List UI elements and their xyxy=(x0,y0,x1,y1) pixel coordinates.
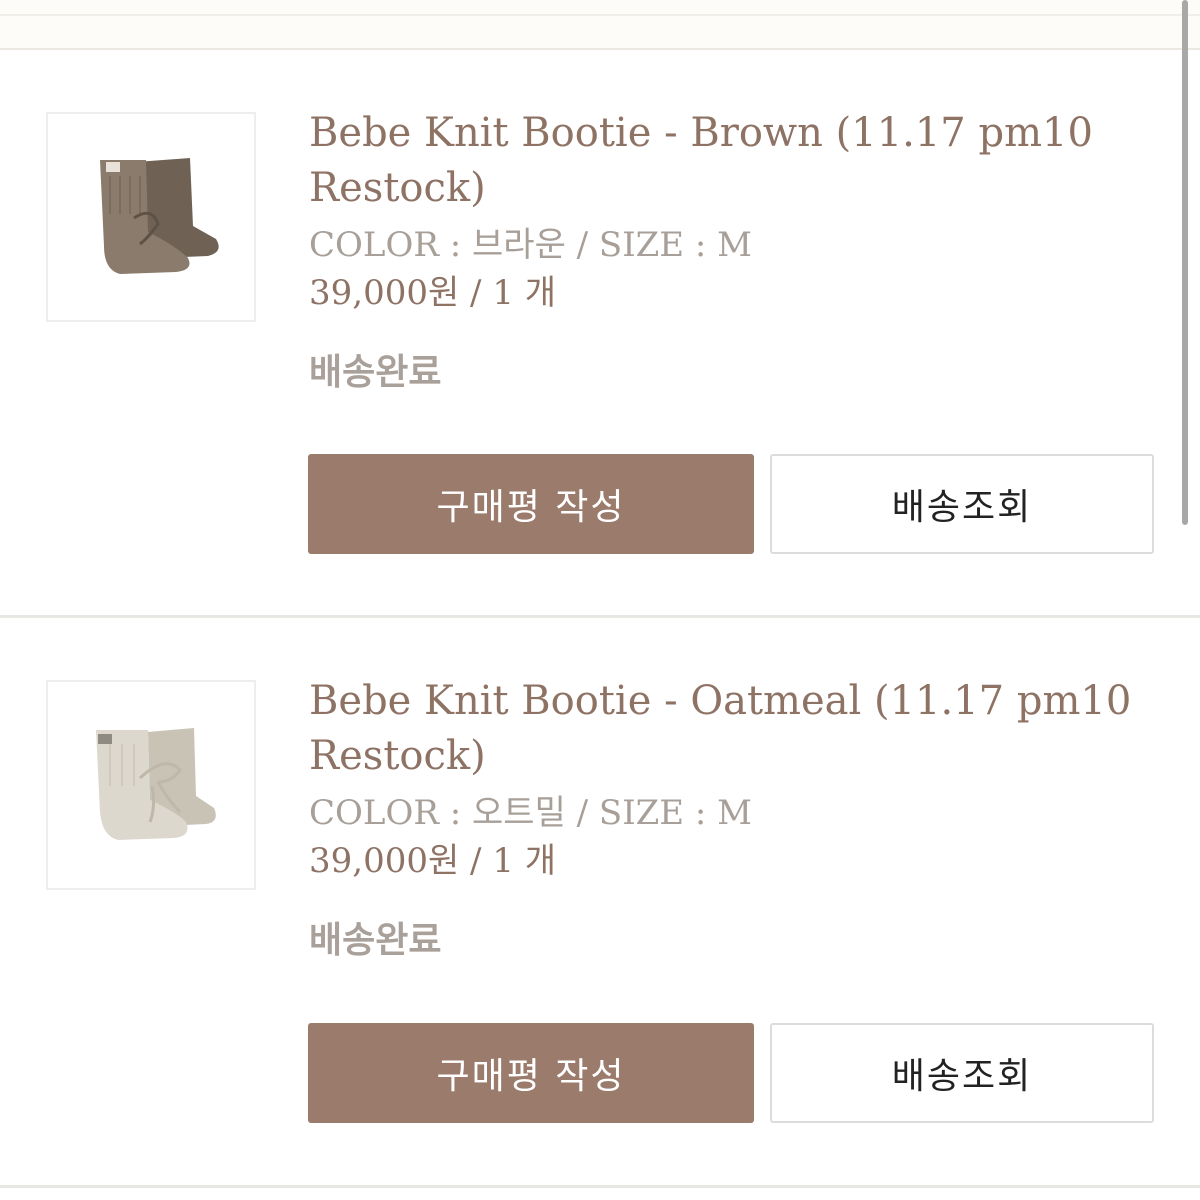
order-item: Bebe Knit Bootie - Oatmeal (11.17 pm10 R… xyxy=(0,618,1200,1186)
order-items-page: Bebe Knit Bootie - Brown (11.17 pm10 Res… xyxy=(0,0,1200,1200)
product-price: 39,000원 / 1 개 xyxy=(309,841,557,881)
bootie-icon xyxy=(100,158,219,274)
delivery-status: 배송완료 xyxy=(309,352,442,393)
track-delivery-button[interactable]: 배송조회 xyxy=(770,454,1154,554)
bootie-icon xyxy=(96,728,216,840)
product-option: COLOR : 브라운 / SIZE : M xyxy=(309,225,752,265)
top-banner xyxy=(0,0,1200,50)
delivery-status: 배송완료 xyxy=(309,920,442,961)
top-divider xyxy=(0,14,1200,16)
product-thumbnail[interactable] xyxy=(46,112,256,322)
product-option: COLOR : 오트밀 / SIZE : M xyxy=(309,793,752,833)
product-name[interactable]: Bebe Knit Bootie - Oatmeal (11.17 pm10 R… xyxy=(309,674,1139,784)
write-review-button[interactable]: 구매평 작성 xyxy=(308,1023,754,1123)
order-item: Bebe Knit Bootie - Brown (11.17 pm10 Res… xyxy=(0,48,1200,616)
track-delivery-button[interactable]: 배송조회 xyxy=(770,1023,1154,1123)
product-name[interactable]: Bebe Knit Bootie - Brown (11.17 pm10 Res… xyxy=(309,106,1139,216)
item-divider xyxy=(0,1185,1200,1188)
product-thumbnail[interactable] xyxy=(46,680,256,890)
product-price: 39,000원 / 1 개 xyxy=(309,273,557,313)
write-review-button[interactable]: 구매평 작성 xyxy=(308,454,754,554)
